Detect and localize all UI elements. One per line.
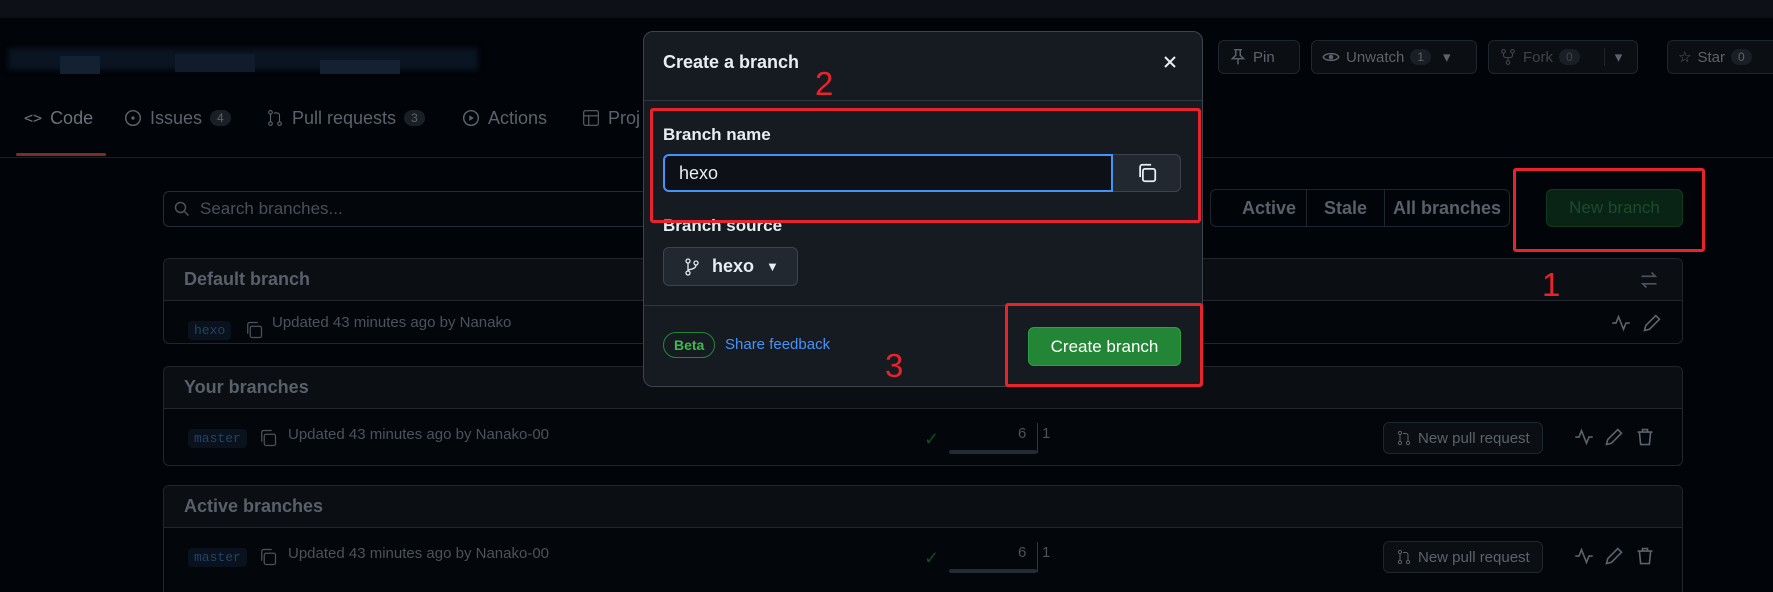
tab-pull-requests[interactable]: Pull requests 3	[266, 102, 425, 134]
check-icon: ✓	[924, 548, 940, 568]
section-title: Active branches	[164, 486, 1682, 528]
tab-code[interactable]: <> Code	[24, 102, 93, 134]
close-icon[interactable]	[1158, 50, 1182, 74]
pin-icon	[1229, 48, 1247, 66]
branch-updated-text: Updated 43 minutes ago by Nanako-00	[288, 545, 550, 562]
share-feedback-link[interactable]: Share feedback	[725, 336, 830, 353]
filter-stale[interactable]: Stale	[1307, 190, 1385, 226]
activity-icon[interactable]	[1611, 313, 1631, 333]
ahead-count: 1	[1042, 425, 1051, 442]
star-button[interactable]: ☆ Star 0	[1667, 40, 1773, 74]
pull-request-icon	[266, 109, 284, 127]
filter-all-branches[interactable]: All branches	[1385, 190, 1509, 226]
branch-name-link[interactable]: hexo	[188, 321, 232, 340]
pencil-icon[interactable]	[1604, 427, 1624, 447]
branch-name-link[interactable]: master	[188, 429, 247, 448]
tab-projects[interactable]: Proj	[582, 102, 640, 134]
branch-source-select[interactable]: hexo ▼	[663, 247, 798, 286]
beta-badge: Beta	[663, 332, 716, 358]
code-icon: <>	[24, 109, 43, 127]
copy-icon[interactable]	[244, 320, 264, 340]
tab-actions[interactable]: Actions	[462, 102, 547, 134]
star-icon: ☆	[1678, 49, 1692, 66]
tab-code-underline	[16, 153, 106, 156]
table-row: master Updated 43 minutes ago by Nanako-…	[164, 409, 1682, 465]
ahead-behind-bar	[949, 450, 1037, 454]
issue-icon	[124, 109, 142, 127]
eye-icon	[1322, 48, 1340, 66]
fork-icon	[1499, 48, 1517, 66]
active-branches-box: Active branches master Updated 43 minute…	[163, 485, 1683, 592]
branch-name-link[interactable]: master	[188, 548, 247, 567]
copy-icon[interactable]	[258, 428, 278, 448]
behind-count: 6	[1018, 544, 1027, 561]
pencil-icon[interactable]	[1642, 313, 1662, 333]
dialog-header-divider	[644, 100, 1202, 101]
top-bar	[0, 0, 1773, 18]
new-pull-request-button[interactable]: New pull request	[1383, 422, 1543, 454]
branch-icon	[684, 257, 700, 276]
fork-button[interactable]: Fork 0 ▾	[1488, 40, 1638, 74]
annotation-box-branch-name	[650, 108, 1201, 223]
chevron-down-icon: ▼	[766, 259, 779, 274]
activity-icon[interactable]	[1574, 427, 1594, 447]
branch-updated-text: Updated 43 minutes ago by Nanako	[272, 314, 512, 331]
pull-request-icon	[1396, 430, 1412, 446]
check-icon: ✓	[924, 429, 940, 449]
unwatch-button[interactable]: Unwatch 1 ▾	[1311, 40, 1477, 74]
play-icon	[462, 109, 480, 127]
dialog-title: Create a branch	[663, 52, 800, 72]
annotation-number-3: 3	[885, 347, 904, 384]
chevron-down-icon: ▾	[1443, 49, 1451, 66]
filter-active[interactable]: Active	[1211, 190, 1307, 226]
trash-icon[interactable]	[1635, 427, 1655, 447]
branch-filter-group: Active Stale All branches	[1210, 189, 1510, 227]
search-input[interactable]: Search branches...	[163, 191, 663, 227]
ahead-count: 1	[1042, 544, 1051, 561]
pencil-icon[interactable]	[1604, 546, 1624, 566]
pull-request-icon	[1396, 549, 1412, 565]
annotation-number-1: 1	[1542, 266, 1561, 303]
activity-icon[interactable]	[1574, 546, 1594, 566]
ahead-behind-bar	[949, 569, 1037, 573]
repo-title-redacted	[0, 38, 485, 80]
pin-button[interactable]: Pin	[1218, 40, 1300, 74]
annotation-box-new-branch	[1513, 168, 1705, 252]
table-icon	[582, 109, 600, 127]
annotation-box-create-branch	[1005, 303, 1203, 387]
switch-icon[interactable]	[1639, 270, 1659, 290]
ahead-behind-divider	[1037, 423, 1038, 453]
search-icon	[174, 201, 190, 217]
annotation-number-2: 2	[815, 65, 834, 102]
copy-icon[interactable]	[258, 547, 278, 567]
table-row: master Updated 43 minutes ago by Nanako-…	[164, 528, 1682, 584]
tab-issues[interactable]: Issues 4	[124, 102, 231, 134]
chevron-down-icon: ▾	[1603, 48, 1622, 66]
ahead-behind-divider	[1037, 542, 1038, 572]
branch-updated-text: Updated 43 minutes ago by Nanako-00	[288, 426, 550, 443]
trash-icon[interactable]	[1635, 546, 1655, 566]
new-pull-request-button[interactable]: New pull request	[1383, 541, 1543, 573]
behind-count: 6	[1018, 425, 1027, 442]
